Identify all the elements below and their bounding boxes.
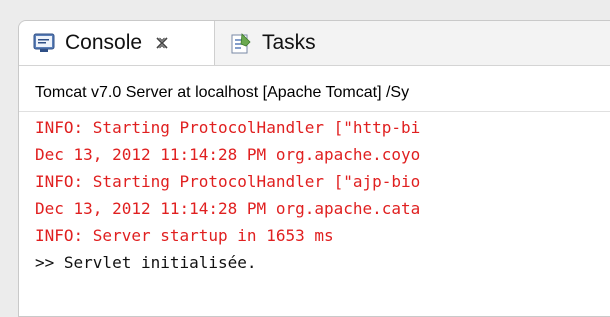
log-line: INFO: Starting ProtocolHandler ["http-bi: [35, 118, 421, 137]
tab-tasks-label: Tasks: [262, 31, 316, 54]
log-line: INFO: Server startup in 1653 ms: [35, 226, 334, 245]
console-icon: [33, 33, 55, 52]
tab-tasks[interactable]: Tasks: [224, 21, 364, 65]
log-line: INFO: Starting ProtocolHandler ["ajp-bio: [35, 172, 421, 191]
log-line: Dec 13, 2012 11:14:28 PM org.apache.cata: [35, 199, 421, 218]
log-line: Dec 13, 2012 11:14:28 PM org.apache.coyo: [35, 145, 421, 164]
console-view: Console Tasks Tomcat v7.0 Server at loca…: [18, 20, 610, 317]
console-window: { "tabs": [ {"label": "Console", "icon":…: [0, 0, 610, 317]
view-tab-bar: Console Tasks: [19, 21, 610, 66]
close-icon[interactable]: [154, 35, 170, 51]
console-output[interactable]: INFO: Starting ProtocolHandler ["http-bi…: [35, 114, 610, 276]
tasks-icon: [231, 33, 251, 54]
divider: [19, 111, 610, 112]
log-line: >> Servlet initialisée.: [35, 253, 257, 272]
console-title: Tomcat v7.0 Server at localhost [Apache …: [35, 84, 410, 101]
tab-console-label: Console: [65, 31, 143, 54]
tab-console[interactable]: Console: [19, 21, 215, 65]
